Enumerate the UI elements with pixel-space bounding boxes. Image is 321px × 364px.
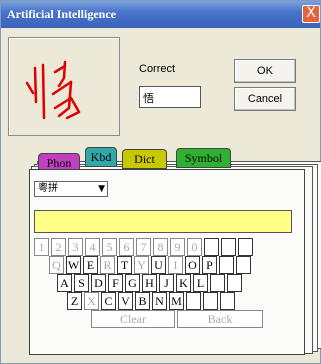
key-h[interactable]: H (142, 274, 157, 292)
tab-symbol[interactable]: Symbol (176, 148, 231, 168)
input-method-value: 粵拼 (38, 183, 58, 194)
key-blank[interactable] (221, 238, 236, 256)
back-key[interactable]: Back (177, 310, 263, 328)
title-bar[interactable]: Artificial Intelligence X (1, 1, 320, 28)
key-4[interactable]: 4 (85, 238, 100, 256)
tab-phon-label: Phon (46, 156, 72, 170)
key-blank[interactable] (203, 292, 218, 310)
key-u[interactable]: U (151, 256, 166, 274)
key-l[interactable]: L (193, 274, 208, 292)
clear-key[interactable]: Clear (91, 310, 175, 328)
key-v[interactable]: V (118, 292, 133, 310)
key-2[interactable]: 2 (51, 238, 66, 256)
key-r[interactable]: R (100, 256, 115, 274)
chevron-down-icon: ▼ (98, 184, 105, 194)
tab-kbd[interactable]: Kbd (85, 147, 117, 167)
key-5[interactable]: 5 (102, 238, 117, 256)
key-blank[interactable] (236, 256, 251, 274)
handwriting-ink (25, 60, 81, 120)
key-q[interactable]: Q (49, 256, 64, 274)
key-s[interactable]: S (74, 274, 89, 292)
key-e[interactable]: E (83, 256, 98, 274)
key-j[interactable]: J (159, 274, 174, 292)
key-blank[interactable] (220, 292, 235, 310)
key-1[interactable]: 1 (34, 238, 49, 256)
correct-field[interactable]: 悟 (139, 86, 201, 108)
key-x[interactable]: X (84, 292, 99, 310)
key-0[interactable]: 0 (187, 238, 202, 256)
cancel-button[interactable]: Cancel (234, 87, 296, 111)
input-method-select[interactable]: 粵拼 ▼ (34, 181, 108, 197)
key-o[interactable]: O (185, 256, 200, 274)
key-b[interactable]: B (135, 292, 150, 310)
tab-symbol-label: Symbol (184, 151, 223, 165)
key-blank[interactable] (238, 238, 253, 256)
key-w[interactable]: W (66, 256, 81, 274)
ok-button[interactable]: OK (234, 59, 296, 83)
tab-dict[interactable]: Dict (122, 149, 167, 169)
key-blank[interactable] (186, 292, 201, 310)
key-f[interactable]: F (108, 274, 123, 292)
handwriting-pad[interactable] (8, 37, 120, 136)
key-8[interactable]: 8 (153, 238, 168, 256)
tab-kbd-label: Kbd (90, 150, 112, 164)
key-k[interactable]: K (176, 274, 191, 292)
correct-label: Correct (139, 63, 176, 75)
close-button[interactable]: X (302, 5, 320, 23)
key-7[interactable]: 7 (136, 238, 151, 256)
key-g[interactable]: G (125, 274, 140, 292)
key-a[interactable]: A (57, 274, 72, 292)
key-p[interactable]: P (202, 256, 217, 274)
key-9[interactable]: 9 (170, 238, 185, 256)
key-blank[interactable] (219, 256, 234, 274)
key-c[interactable]: C (101, 292, 116, 310)
key-t[interactable]: T (117, 256, 132, 274)
key-z[interactable]: Z (67, 292, 82, 310)
key-n[interactable]: N (152, 292, 167, 310)
key-blank[interactable] (227, 274, 242, 292)
ai-window: Artificial Intelligence X Correct 悟 OK C… (0, 0, 321, 364)
window-title: Artificial Intelligence (7, 7, 116, 21)
key-m[interactable]: M (169, 292, 184, 310)
key-y[interactable]: Y (134, 256, 149, 274)
key-blank[interactable] (210, 274, 225, 292)
close-icon: X (306, 5, 316, 21)
key-d[interactable]: D (91, 274, 106, 292)
candidate-bar[interactable] (34, 210, 292, 233)
tab-dict-label: Dict (134, 152, 155, 166)
key-6[interactable]: 6 (119, 238, 134, 256)
key-3[interactable]: 3 (68, 238, 83, 256)
key-blank[interactable] (204, 238, 219, 256)
key-i[interactable]: I (168, 256, 183, 274)
